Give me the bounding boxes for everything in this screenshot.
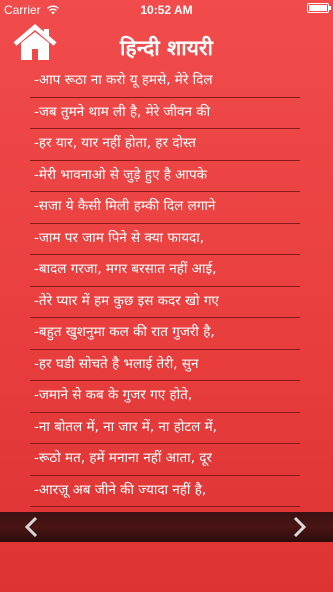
list-item[interactable]: -सजा ये कैसी मिली हम्की दिल लगाने	[30, 192, 300, 224]
app-screen: Carrier 10:52 AM हिन्दी शायरी -आप रूठा न…	[0, 0, 333, 592]
page-title: हिन्दी शायरी	[120, 36, 213, 60]
status-right	[303, 3, 331, 13]
list-item[interactable]: -तेरे प्यार में हम कुछ इस कदर खो गए	[30, 287, 300, 318]
chevron-right-icon[interactable]	[287, 515, 311, 539]
chevron-left-icon[interactable]	[20, 515, 44, 539]
list-item[interactable]: -आप रूठा ना करो यू हमसे, मेरे दिल	[30, 66, 300, 98]
list-item[interactable]: -बहुत खुशनुमा कल की रात गुजरी है,	[30, 318, 300, 350]
battery-fill	[309, 5, 327, 11]
list-item[interactable]: -मेरी भावनाओ से जुड़े हुए है आपके	[30, 161, 300, 192]
status-time: 10:52 AM	[140, 3, 193, 17]
list-item[interactable]: -जाम पर जाम पिने से क्या फायदा,	[30, 224, 300, 255]
list-item[interactable]: -हर घडी सोचते है भलाई तेरी, सुन	[30, 350, 300, 381]
list-item[interactable]: -जमाने से कब के गुजर गए होते,	[30, 381, 300, 413]
bottom-nav-bar	[0, 512, 333, 542]
status-bar: Carrier 10:52 AM	[0, 0, 333, 20]
poem-list[interactable]: -आप रूठा ना करो यू हमसे, मेरे दिल -जब तु…	[30, 66, 300, 512]
list-item[interactable]: -जब तुमने थाम ली है, मेरे जीवन की	[30, 98, 300, 129]
header-bar: हिन्दी शायरी	[0, 20, 333, 66]
list-item[interactable]: -बादल गरजा, मगर बरसात नहीं आई,	[30, 255, 300, 287]
list-item[interactable]: -हर यार, यार नहीं होता, हर दोस्त	[30, 129, 300, 161]
battery-icon	[307, 3, 331, 13]
list-item[interactable]: -ना बोतल में, ना जार में, ना होटल में,	[30, 413, 300, 444]
list-item[interactable]: -आरज़ू अब जीने की ज्यादा नहीं है,	[30, 476, 300, 507]
list-item[interactable]: -रूठो मत, हमें मनाना नहीं आता, दूर	[30, 444, 300, 476]
